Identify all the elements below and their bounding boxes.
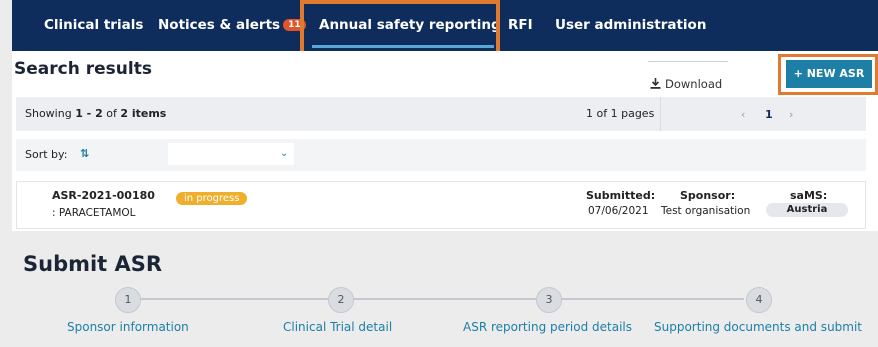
nav-notices-alerts[interactable]: Notices & alerts 11 (158, 17, 306, 33)
step-2-circle[interactable]: 2 (328, 287, 354, 313)
step-3-label[interactable]: ASR reporting period details (463, 320, 632, 334)
step-1-label[interactable]: Sponsor information (67, 320, 189, 334)
showing-prefix: Showing (25, 107, 76, 120)
showing-items-text: Showing 1 - 2 of 2 items (25, 107, 166, 120)
submit-asr-title: Submit ASR (23, 252, 163, 276)
submitted-date: 07/06/2021 (588, 205, 649, 217)
next-page-button[interactable]: › (789, 108, 793, 121)
sort-by-select[interactable] (168, 143, 294, 165)
submitted-label: Submitted: (586, 189, 656, 202)
highlight-box-asr-tab (300, 0, 500, 56)
step-1-circle[interactable]: 1 (115, 287, 141, 313)
current-page-button[interactable]: 1 (765, 108, 773, 121)
showing-total: 2 items (120, 107, 167, 120)
country-badge: Austria (766, 203, 848, 217)
nav-rfi[interactable]: RFI (508, 17, 533, 33)
prev-page-button[interactable]: ‹ (741, 108, 745, 121)
asr-product: : PARACETAMOL (52, 207, 136, 219)
status-badge: in progress (176, 192, 248, 205)
sort-label: Sort by: (25, 148, 68, 161)
step-connector (354, 298, 536, 300)
page-count-text: 1 of 1 pages (586, 107, 655, 120)
sort-bar (16, 139, 866, 171)
chevron-down-icon[interactable]: ⌄ (280, 148, 288, 159)
showing-mid: of (102, 107, 121, 120)
download-button[interactable]: Download (650, 77, 722, 91)
sams-label: saMS: (790, 189, 828, 202)
nav-notices-label: Notices & alerts (158, 17, 281, 33)
step-connector (562, 298, 744, 300)
asr-id[interactable]: ASR-2021-00180 (52, 189, 155, 202)
download-icon (650, 78, 661, 89)
step-3-circle[interactable]: 3 (536, 287, 562, 313)
step-connector (140, 298, 338, 300)
step-4-label[interactable]: Supporting documents and submit (654, 320, 862, 334)
step-4-circle[interactable]: 4 (746, 287, 772, 313)
nav-user-administration[interactable]: User administration (555, 17, 706, 33)
sponsor-value: Test organisation (661, 205, 751, 217)
divider (648, 61, 728, 62)
sort-order-icon[interactable]: ⇅ (80, 147, 89, 160)
showing-range: 1 - 2 (75, 107, 103, 120)
page-title: Search results (14, 59, 152, 79)
download-label: Download (665, 77, 723, 91)
nav-clinical-trials[interactable]: Clinical trials (44, 17, 143, 33)
highlight-box-new-asr (778, 54, 878, 95)
divider (660, 97, 661, 131)
sponsor-label: Sponsor: (680, 189, 736, 202)
step-2-label[interactable]: Clinical Trial detail (283, 320, 392, 334)
